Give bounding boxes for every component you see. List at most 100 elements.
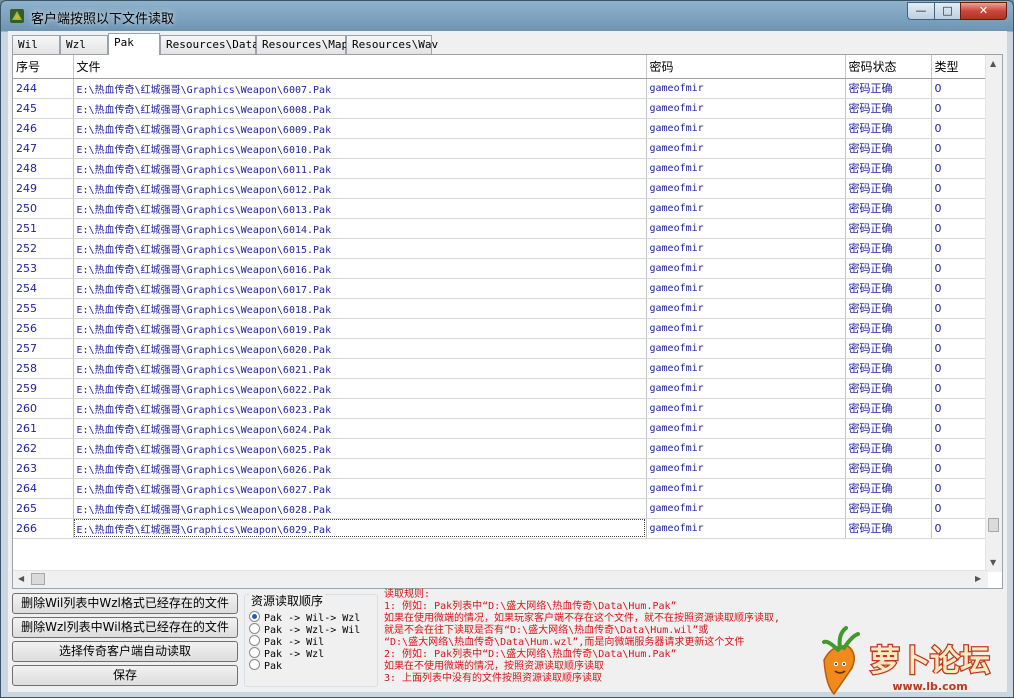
cell-password-status: 密码正确 xyxy=(845,258,932,279)
maximize-button[interactable]: □ xyxy=(934,2,961,20)
rule-line: 2: 例如: Pak列表中“D:\盛大网络\热血传奇\Data\Hum.Pak” xyxy=(384,649,677,660)
table-row[interactable]: 259 E:\热血传奇\红城强哥\Graphics\Weapon\6022.Pak… xyxy=(13,378,989,399)
cell-password: gameofmir xyxy=(646,78,846,99)
cell-file: E:\热血传奇\红城强哥\Graphics\Weapon\6027.Pak xyxy=(73,478,647,499)
cell-file: E:\热血传奇\红城强哥\Graphics\Weapon\6010.Pak xyxy=(73,138,647,159)
radio-button-icon[interactable] xyxy=(249,611,260,622)
col-header-password-status[interactable]: 密码状态 xyxy=(845,55,932,79)
tab-wzl[interactable]: Wzl xyxy=(60,35,108,54)
col-header-no[interactable]: 序号 xyxy=(13,55,74,79)
table-row[interactable]: 245 E:\热血传奇\红城强哥\Graphics\Weapon\6008.Pak… xyxy=(13,98,989,119)
col-header-password[interactable]: 密码 xyxy=(646,55,846,79)
cell-no: 265 xyxy=(13,498,74,519)
tab-wil[interactable]: Wil xyxy=(12,35,60,54)
cell-file: E:\热血传奇\红城强哥\Graphics\Weapon\6013.Pak xyxy=(73,198,647,219)
cell-file: E:\热血传奇\红城强哥\Graphics\Weapon\6012.Pak xyxy=(73,178,647,199)
table-header-row: 序号 文件 密码 密码状态 类型 xyxy=(13,55,989,79)
cell-password-status: 密码正确 xyxy=(845,198,932,219)
close-button[interactable]: ✕ xyxy=(960,2,1007,20)
cell-type: 0 xyxy=(931,258,989,279)
table-row[interactable]: 251 E:\热血传奇\红城强哥\Graphics\Weapon\6014.Pak… xyxy=(13,218,989,239)
cell-type: 0 xyxy=(931,418,989,439)
tab-resources-map[interactable]: Resources\Map xyxy=(256,35,348,54)
cell-type: 0 xyxy=(931,198,989,219)
col-header-file[interactable]: 文件 xyxy=(73,55,647,79)
cell-password: gameofmir xyxy=(646,398,846,419)
cell-no: 246 xyxy=(13,118,74,139)
delete-wzl-dup-button[interactable]: 删除Wzl列表中Wil格式已经存在的文件 xyxy=(12,617,238,638)
read-order-option[interactable]: Pak -> Wzl xyxy=(249,647,324,660)
cell-password-status: 密码正确 xyxy=(845,118,932,139)
minimize-icon: — xyxy=(915,4,927,17)
table-row[interactable]: 261 E:\热血传奇\红城强哥\Graphics\Weapon\6024.Pak… xyxy=(13,418,989,439)
scroll-right-icon[interactable]: ▶ xyxy=(975,574,981,583)
vertical-scroll-thumb[interactable] xyxy=(988,518,999,532)
read-order-option[interactable]: Pak xyxy=(249,659,282,672)
main-window: 客户端按照以下文件读取 — □ ✕ Wil Wzl Pak Resources\… xyxy=(0,0,1014,698)
radio-button-icon[interactable] xyxy=(249,647,260,658)
table-row[interactable]: 248 E:\热血传奇\红城强哥\Graphics\Weapon\6011.Pak… xyxy=(13,158,989,179)
minimize-button[interactable]: — xyxy=(907,2,935,20)
read-order-option[interactable]: Pak -> Wil-> Wzl xyxy=(249,611,360,624)
cell-no: 249 xyxy=(13,178,74,199)
title-bar[interactable]: 客户端按照以下文件读取 — □ ✕ xyxy=(1,1,1013,31)
save-button[interactable]: 保存 xyxy=(12,665,238,686)
read-order-option[interactable]: Pak -> Wzl-> Wil xyxy=(249,623,360,636)
read-order-option[interactable]: Pak -> Wil xyxy=(249,635,324,648)
table-row[interactable]: 254 E:\热血传奇\红城强哥\Graphics\Weapon\6017.Pak… xyxy=(13,278,989,299)
read-rules-text: 读取规则: 1: 例如: Pak列表中“D:\盛大网络\热血传奇\Data\Hum… xyxy=(384,589,824,685)
cell-file: E:\热血传奇\红城强哥\Graphics\Weapon\6015.Pak xyxy=(73,238,647,259)
table-row[interactable]: 247 E:\热血传奇\红城强哥\Graphics\Weapon\6010.Pak… xyxy=(13,138,989,159)
cell-type: 0 xyxy=(931,478,989,499)
scroll-left-icon[interactable]: ◀ xyxy=(18,574,24,583)
cell-password: gameofmir xyxy=(646,178,846,199)
table-row[interactable]: 266 E:\热血传奇\红城强哥\Graphics\Weapon\6029.Pak… xyxy=(13,518,989,539)
horizontal-scroll-thumb[interactable] xyxy=(31,573,45,585)
table-row[interactable]: 257 E:\热血传奇\红城强哥\Graphics\Weapon\6020.Pak… xyxy=(13,338,989,359)
cell-no: 252 xyxy=(13,238,74,259)
table-row[interactable]: 260 E:\热血传奇\红城强哥\Graphics\Weapon\6023.Pak… xyxy=(13,398,989,419)
table-row[interactable]: 265 E:\热血传奇\红城强哥\Graphics\Weapon\6028.Pak… xyxy=(13,498,989,519)
cell-password: gameofmir xyxy=(646,158,846,179)
horizontal-scrollbar[interactable]: ◀ ▶ xyxy=(13,570,988,588)
vertical-scrollbar[interactable]: ▲ ▼ xyxy=(985,55,1002,572)
table-row[interactable]: 252 E:\热血传奇\红城强哥\Graphics\Weapon\6015.Pak… xyxy=(13,238,989,259)
cell-password: gameofmir xyxy=(646,478,846,499)
cell-password-status: 密码正确 xyxy=(845,418,932,439)
table-row[interactable]: 253 E:\热血传奇\红城强哥\Graphics\Weapon\6016.Pak… xyxy=(13,258,989,279)
table-row[interactable]: 262 E:\热血传奇\红城强哥\Graphics\Weapon\6025.Pak… xyxy=(13,438,989,459)
cell-type: 0 xyxy=(931,178,989,199)
scroll-up-icon[interactable]: ▲ xyxy=(990,59,996,68)
cell-password-status: 密码正确 xyxy=(845,458,932,479)
table-row[interactable]: 255 E:\热血传奇\红城强哥\Graphics\Weapon\6018.Pak… xyxy=(13,298,989,319)
select-client-button[interactable]: 选择传奇客户端自动读取 xyxy=(12,641,238,662)
delete-wil-dup-button[interactable]: 删除Wil列表中Wzl格式已经存在的文件 xyxy=(12,593,238,614)
table-row[interactable]: 250 E:\热血传奇\红城强哥\Graphics\Weapon\6013.Pak… xyxy=(13,198,989,219)
cell-type: 0 xyxy=(931,438,989,459)
col-header-type[interactable]: 类型 xyxy=(931,55,989,79)
tab-pak[interactable]: Pak xyxy=(108,33,160,55)
cell-password-status: 密码正确 xyxy=(845,278,932,299)
cell-password-status: 密码正确 xyxy=(845,518,932,539)
carrot-icon xyxy=(822,626,860,696)
table-row[interactable]: 246 E:\热血传奇\红城强哥\Graphics\Weapon\6009.Pak… xyxy=(13,118,989,139)
tab-resources-data[interactable]: Resources\Data xyxy=(160,35,259,54)
table-row[interactable]: 256 E:\热血传奇\红城强哥\Graphics\Weapon\6019.Pak… xyxy=(13,318,989,339)
cell-password: gameofmir xyxy=(646,518,846,539)
cell-file: E:\热血传奇\红城强哥\Graphics\Weapon\6028.Pak xyxy=(73,498,647,519)
cell-file: E:\热血传奇\红城强哥\Graphics\Weapon\6024.Pak xyxy=(73,418,647,439)
table-row[interactable]: 249 E:\热血传奇\红城强哥\Graphics\Weapon\6012.Pak… xyxy=(13,178,989,199)
scroll-down-icon[interactable]: ▼ xyxy=(990,558,996,567)
table-row[interactable]: 244 E:\热血传奇\红城强哥\Graphics\Weapon\6007.Pak… xyxy=(13,78,989,99)
tab-resources-wav[interactable]: Resources\Wav xyxy=(346,35,438,54)
table-row[interactable]: 263 E:\热血传奇\红城强哥\Graphics\Weapon\6026.Pak… xyxy=(13,458,989,479)
radio-button-icon[interactable] xyxy=(249,623,260,634)
cell-no: 254 xyxy=(13,278,74,299)
cell-password-status: 密码正确 xyxy=(845,218,932,239)
radio-button-icon[interactable] xyxy=(249,635,260,646)
table-row[interactable]: 258 E:\热血传奇\红城强哥\Graphics\Weapon\6021.Pak… xyxy=(13,358,989,379)
radio-button-icon[interactable] xyxy=(249,659,260,670)
table-row[interactable]: 264 E:\热血传奇\红城强哥\Graphics\Weapon\6027.Pak… xyxy=(13,478,989,499)
cell-file: E:\热血传奇\红城强哥\Graphics\Weapon\6026.Pak xyxy=(73,458,647,479)
file-list-grid[interactable]: 序号 文件 密码 密码状态 类型 244 E:\热血传奇\红城强哥\Graphic… xyxy=(12,54,1003,589)
